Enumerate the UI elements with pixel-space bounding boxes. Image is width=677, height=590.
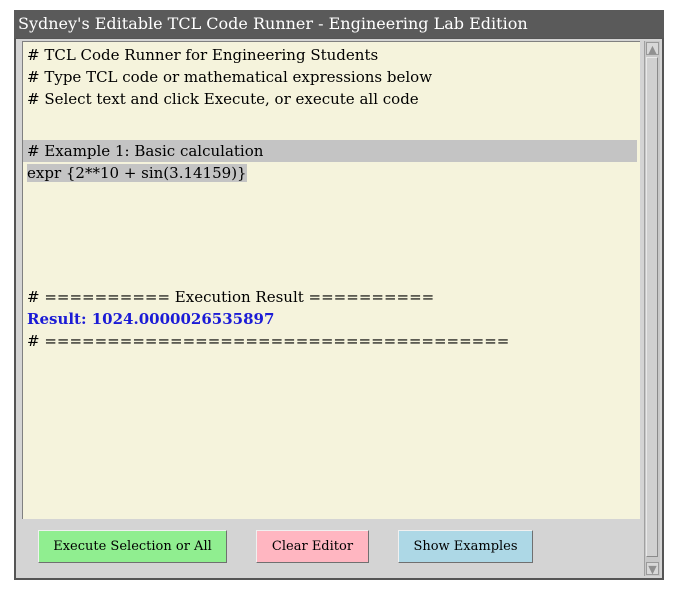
- clear-editor-button[interactable]: Clear Editor: [256, 530, 369, 563]
- execute-button[interactable]: Execute Selection or All: [38, 530, 227, 563]
- result-value-line: Result: 1024.0000026535897: [27, 310, 275, 328]
- window-title: Sydney's Editable TCL Code Runner - Engi…: [14, 10, 664, 38]
- arrow-up-icon[interactable]: ▲: [646, 42, 659, 56]
- editor-scrollbar[interactable]: ▲ ▼: [644, 41, 660, 576]
- editor-line: # Type TCL code or mathematical expressi…: [27, 68, 433, 86]
- editor-line: # TCL Code Runner for Engineering Studen…: [27, 46, 379, 64]
- code-editor[interactable]: # TCL Code Runner for Engineering Studen…: [22, 41, 640, 519]
- editor-line-selected: # Example 1: Basic calculation: [23, 140, 637, 162]
- app-window: Sydney's Editable TCL Code Runner - Engi…: [14, 10, 664, 580]
- editor-line: # Select text and click Execute, or exec…: [27, 90, 419, 108]
- editor-line-selected: expr {2**10 + sin(3.14159)}: [27, 162, 247, 184]
- result-header-line: # ========== Execution Result ==========: [27, 288, 435, 306]
- window-client-area: # TCL Code Runner for Engineering Studen…: [16, 39, 662, 578]
- scrollbar-thumb[interactable]: [646, 57, 658, 557]
- result-footer-line: # =====================================: [27, 332, 510, 350]
- arrow-down-icon[interactable]: ▼: [646, 562, 659, 576]
- selected-text: expr {2**10 + sin(3.14159)}: [27, 164, 247, 182]
- show-examples-button[interactable]: Show Examples: [398, 530, 533, 563]
